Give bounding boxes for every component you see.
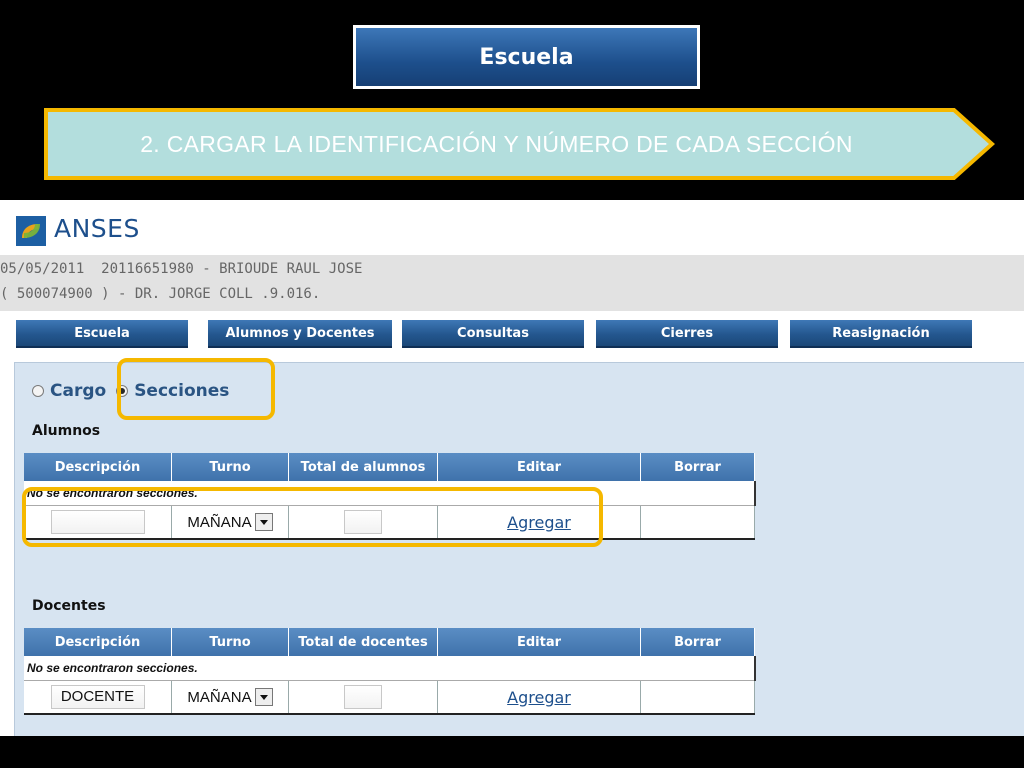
main-nav: Escuela Alumnos y Docentes Consultas Cie… bbox=[0, 318, 1024, 352]
nav-alumnos-docentes[interactable]: Alumnos y Docentes bbox=[208, 320, 392, 348]
slide-title-text: Escuela bbox=[356, 28, 697, 86]
app-screenshot: ANSES 05/05/2011 20116651980 - BRIOUDE R… bbox=[0, 200, 1024, 736]
alumnos-col-borrar: Borrar bbox=[640, 453, 755, 481]
step-banner: 2. CARGAR LA IDENTIFICACIÓN Y NÚMERO DE … bbox=[44, 108, 996, 180]
docentes-title: Docentes bbox=[32, 598, 106, 614]
docentes-agregar-link[interactable]: Agregar bbox=[507, 688, 571, 707]
docentes-new-row: DOCENTE MAÑANA Agregar bbox=[24, 680, 755, 715]
docentes-col-turno: Turno bbox=[171, 628, 289, 656]
alumnos-title: Alumnos bbox=[32, 423, 101, 439]
docentes-header-row: Descripción Turno Total de docentes Edit… bbox=[24, 628, 755, 656]
alumnos-col-total: Total de alumnos bbox=[288, 453, 438, 481]
docentes-cell-turno: MAÑANA bbox=[171, 680, 289, 715]
docentes-col-editar: Editar bbox=[437, 628, 641, 656]
alumnos-col-editar: Editar bbox=[437, 453, 641, 481]
docentes-empty-message: No se encontraron secciones. bbox=[24, 656, 756, 681]
user-info-bar: 05/05/2011 20116651980 - BRIOUDE RAUL JO… bbox=[0, 255, 1024, 311]
docentes-col-descripcion: Descripción bbox=[24, 628, 172, 656]
nav-escuela[interactable]: Escuela bbox=[16, 320, 188, 348]
highlight-secciones bbox=[117, 358, 275, 420]
docentes-cell-descripcion: DOCENTE bbox=[24, 680, 172, 715]
docentes-cell-total bbox=[288, 680, 438, 715]
slide-title: Escuela bbox=[353, 25, 700, 89]
radio-cargo[interactable] bbox=[32, 385, 44, 397]
user-info-line-2: ( 500074900 ) - DR. JORGE COLL .9.016. bbox=[0, 286, 321, 302]
alumnos-col-descripcion: Descripción bbox=[24, 453, 172, 481]
alumnos-cell-borrar bbox=[640, 505, 755, 540]
docentes-col-borrar: Borrar bbox=[640, 628, 755, 656]
alumnos-col-turno: Turno bbox=[171, 453, 289, 481]
step-text: 2. CARGAR LA IDENTIFICACIÓN Y NÚMERO DE … bbox=[140, 130, 853, 157]
docentes-turno-select[interactable]: MAÑANA bbox=[187, 686, 273, 708]
docentes-total-input[interactable] bbox=[344, 685, 382, 709]
nav-consultas[interactable]: Consultas bbox=[402, 320, 584, 348]
highlight-new-row bbox=[22, 487, 603, 547]
docentes-empty-row: No se encontraron secciones. bbox=[24, 656, 756, 681]
alumnos-header-row: Descripción Turno Total de alumnos Edita… bbox=[24, 453, 755, 481]
docentes-turno-value: MAÑANA bbox=[187, 688, 252, 706]
nav-cierres[interactable]: Cierres bbox=[596, 320, 778, 348]
radio-cargo-label[interactable]: Cargo bbox=[50, 381, 106, 401]
anses-logo-icon bbox=[16, 216, 46, 246]
docentes-cell-agregar: Agregar bbox=[437, 680, 641, 715]
user-info-line-1: 05/05/2011 20116651980 - BRIOUDE RAUL JO… bbox=[0, 261, 363, 277]
docentes-cell-borrar bbox=[640, 680, 755, 715]
docentes-col-total: Total de docentes bbox=[288, 628, 438, 656]
nav-reasignacion[interactable]: Reasignación bbox=[790, 320, 972, 348]
header: ANSES bbox=[0, 200, 1024, 255]
chevron-down-icon[interactable] bbox=[254, 688, 273, 706]
docentes-descripcion-input[interactable]: DOCENTE bbox=[50, 685, 145, 709]
brand-name: ANSES bbox=[54, 214, 140, 243]
docentes-table: Descripción Turno Total de docentes Edit… bbox=[24, 628, 756, 715]
